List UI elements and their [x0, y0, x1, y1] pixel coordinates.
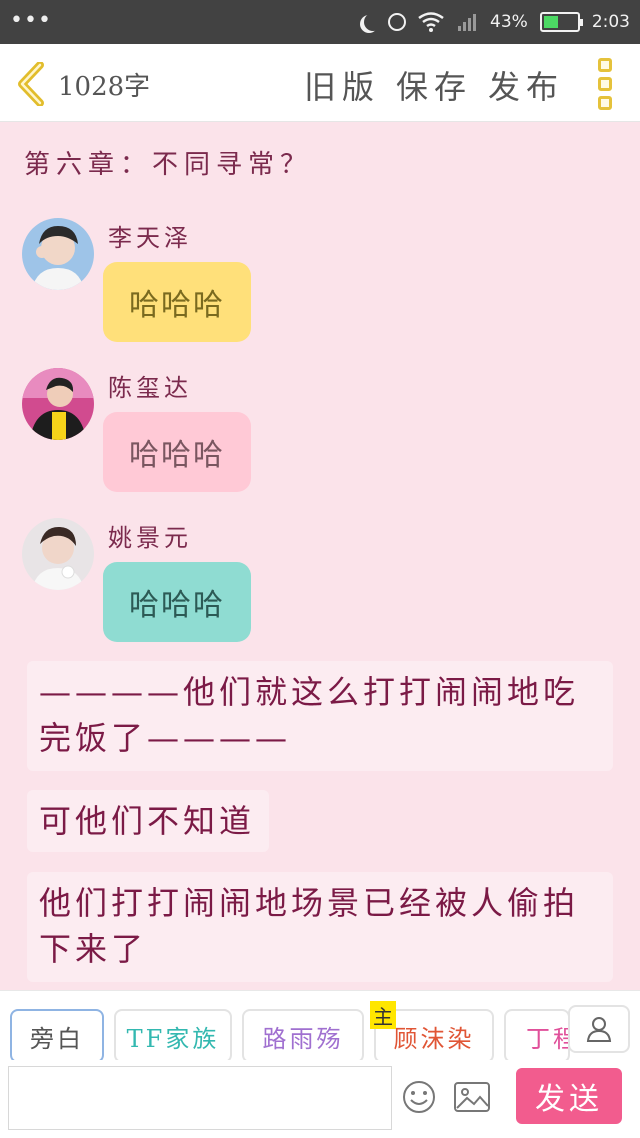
narration-line: 下来了 — [39, 930, 148, 968]
main-character-tag: 主 — [370, 1001, 396, 1029]
send-button[interactable]: 发送 — [516, 1068, 622, 1124]
avatar — [22, 368, 94, 440]
speaker-name: 李天泽 — [108, 224, 192, 252]
smiley-icon — [403, 1081, 435, 1113]
chat-message[interactable]: 陈玺达 哈哈哈 — [22, 368, 622, 508]
chevron-left-icon — [18, 61, 44, 107]
role-narrator[interactable]: 旁白 — [10, 1009, 104, 1063]
wifi-icon — [418, 12, 444, 32]
status-icons: 43% 2:03 — [358, 0, 630, 44]
role-lu-yushang[interactable]: 路雨殇 — [242, 1009, 364, 1063]
emoji-button[interactable] — [402, 1080, 436, 1114]
old-version-button[interactable]: 旧版 — [304, 62, 380, 108]
narration-line: 完饭了———— — [39, 719, 292, 757]
role-ding-cheng[interactable]: 丁程 — [504, 1009, 570, 1063]
manage-roles-button[interactable] — [568, 1005, 630, 1053]
message-bubble[interactable]: 哈哈哈 — [103, 262, 251, 342]
publish-button[interactable]: 发布 — [488, 62, 564, 108]
role-selector-bar: 旁白 TF家族 路雨殇 顾沫染 主 丁程 — [0, 990, 640, 1063]
story-content[interactable]: 第六章：不同寻常？ 李天泽 哈哈哈 陈玺达 哈哈哈 姚景元 哈哈哈 ————他们… — [0, 122, 640, 990]
narration-block[interactable]: 可他们不知道 — [27, 790, 269, 852]
status-bar: ••• 43% 2:03 — [0, 0, 640, 44]
chapter-title: 第六章：不同寻常？ — [24, 150, 313, 180]
status-dots: ••• — [10, 8, 52, 33]
signal-icon — [456, 12, 478, 32]
message-bubble[interactable]: 哈哈哈 — [103, 412, 251, 492]
save-button[interactable]: 保存 — [396, 62, 472, 108]
speaker-name: 陈玺达 — [108, 374, 192, 402]
more-menu-button[interactable] — [598, 58, 614, 110]
narration-line: 他们打打闹闹地场景已经被人偷拍 — [39, 884, 580, 922]
person-icon — [586, 1017, 612, 1042]
image-button[interactable] — [454, 1082, 490, 1112]
message-input[interactable] — [8, 1066, 392, 1130]
narration-block[interactable]: 他们打打闹闹地场景已经被人偷拍 下来了 — [27, 872, 613, 982]
word-count: 1028字 — [58, 72, 151, 102]
clock: 2:03 — [591, 12, 630, 32]
narration-line: 可他们不知道 — [39, 802, 256, 840]
do-not-disturb-icon — [364, 13, 382, 31]
narration-block[interactable]: ————他们就这么打打闹闹地吃 完饭了———— — [27, 661, 613, 771]
back-button[interactable] — [14, 61, 50, 107]
menu-dot-icon — [598, 96, 612, 110]
menu-dot-icon — [598, 58, 612, 72]
avatar — [22, 218, 94, 290]
role-tf-family[interactable]: TF家族 — [114, 1009, 232, 1063]
alarm-icon — [388, 13, 407, 31]
chat-message[interactable]: 姚景元 哈哈哈 — [22, 518, 622, 658]
narration-line: ————他们就这么打打闹闹地吃 — [39, 673, 580, 711]
input-bar: 发送 — [0, 1060, 640, 1138]
message-bubble[interactable]: 哈哈哈 — [103, 562, 251, 642]
chat-message[interactable]: 李天泽 哈哈哈 — [22, 218, 622, 358]
image-icon — [454, 1082, 490, 1112]
battery-percent: 43% — [490, 12, 528, 32]
avatar — [22, 518, 94, 590]
menu-dot-icon — [598, 77, 612, 91]
editor-header: 1028字 旧版 保存 发布 — [0, 44, 640, 122]
speaker-name: 姚景元 — [108, 524, 192, 552]
battery-fill — [543, 16, 558, 28]
battery-icon — [539, 12, 583, 32]
